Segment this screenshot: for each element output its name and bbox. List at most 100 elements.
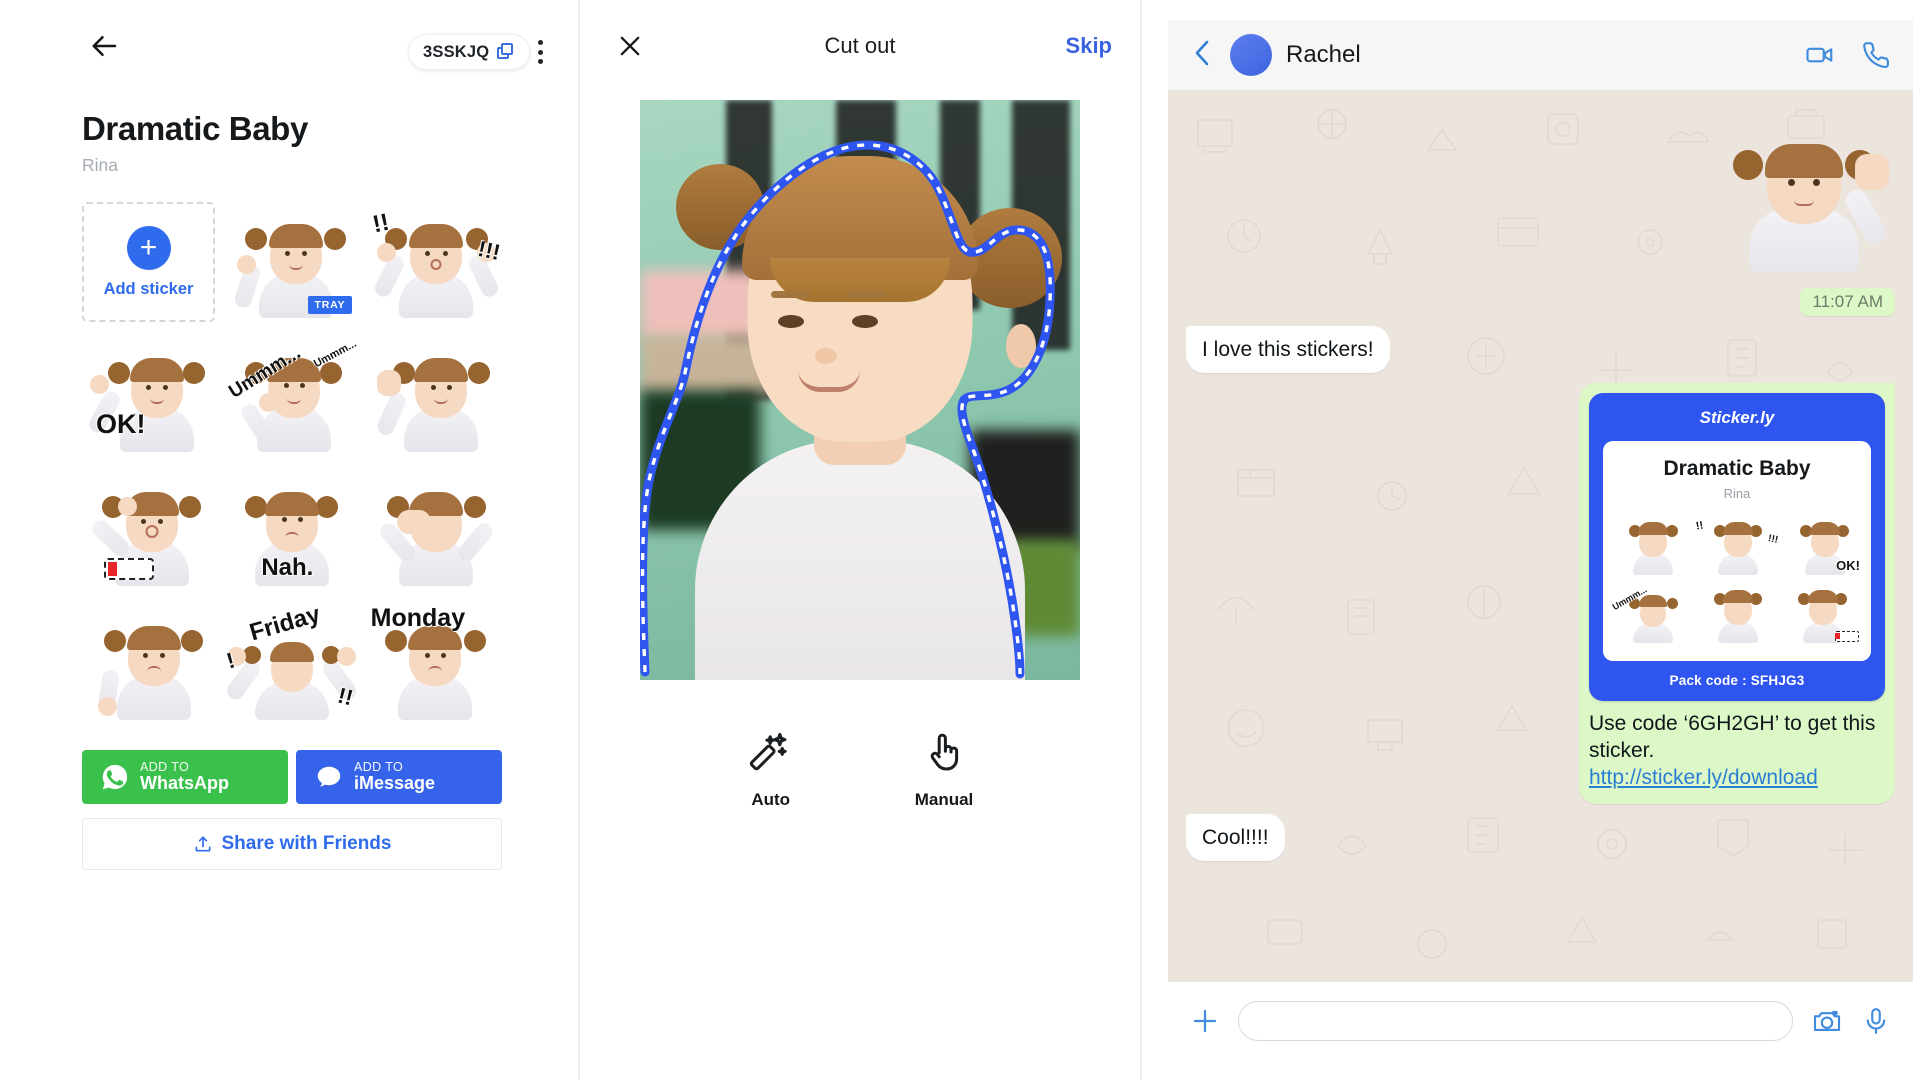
promo-line-1: Use code ‘6GH2GH’ to get this <box>1589 712 1876 736</box>
message-row-reply: Cool!!!! <box>1186 813 1895 862</box>
pointing-hand-icon <box>930 733 959 771</box>
card-sticker <box>1698 583 1777 645</box>
card-caption: !!! <box>1767 532 1780 546</box>
cut-out-header: Cut out Skip <box>580 0 1140 92</box>
imessage-button-top: ADD TO <box>354 759 404 774</box>
store-buttons-row: ADD TO WhatsApp ADD TO iMessage <box>82 750 502 804</box>
panel-cut-out: Cut out Skip Auto Manual <box>580 0 1140 1080</box>
panel-pack-detail: 3SSKJQ Dramatic Baby Rina + Add sticker <box>0 0 578 1080</box>
three-panel-screenshot: 3SSKJQ Dramatic Baby Rina + Add sticker <box>0 0 1920 1080</box>
add-to-imessage-button[interactable]: ADD TO iMessage <box>296 750 502 804</box>
sticker-nah[interactable]: Nah. <box>225 470 358 590</box>
sticker-stop-hand[interactable] <box>369 336 502 456</box>
add-to-whatsapp-button[interactable]: ADD TO WhatsApp <box>82 750 288 804</box>
chevron-left-icon[interactable] <box>1190 37 1216 74</box>
chat-composer <box>1168 982 1913 1060</box>
sticker-caption: OK! <box>96 409 146 439</box>
auto-tool-button[interactable]: Auto <box>747 728 795 810</box>
sticker-brand: Sticker.ly <box>1699 408 1775 428</box>
video-camera-icon[interactable] <box>1805 40 1835 70</box>
avatar[interactable] <box>1230 34 1272 76</box>
card-battery-level <box>1834 633 1840 640</box>
card-pack-name: Dramatic Baby <box>1663 457 1811 481</box>
pack-code-pill[interactable]: 3SSKJQ <box>408 34 531 70</box>
sticker-shock[interactable]: !! !!! <box>369 202 502 322</box>
cut-out-title: Cut out <box>824 33 896 58</box>
card-caption: OK! <box>1836 557 1860 573</box>
share-with-friends-button[interactable]: Share with Friends <box>82 818 502 870</box>
back-arrow-icon[interactable] <box>82 23 128 69</box>
pack-author: Rina <box>82 155 118 175</box>
contact-name: Rachel <box>1286 41 1361 68</box>
phone-call-icon[interactable] <box>1861 40 1891 70</box>
magic-wand-icon <box>749 732 787 771</box>
message-row-pack-card: Sticker.ly Dramatic Baby Rina !! !!! OK!… <box>1186 383 1895 804</box>
imessage-icon <box>317 766 341 787</box>
add-sticker-button[interactable]: + Add sticker <box>82 202 215 322</box>
messages-container: 11:07 AM I love this stickers! Sticker.l… <box>1168 90 1913 982</box>
chat-phone: Rachel 11:07 AM I love this stickers! St… <box>1168 20 1913 1060</box>
copy-icon[interactable] <box>497 43 515 61</box>
card-sticker-grid: !! !!! OK! Ummm... <box>1611 515 1861 645</box>
sticker-ummm[interactable]: Ummm... Ummm... <box>225 336 358 456</box>
card-sticker <box>1782 583 1861 645</box>
sticker-low-battery[interactable] <box>82 470 215 590</box>
cut-out-tools: Auto Manual <box>640 728 1080 810</box>
tray-badge: TRAY <box>307 296 353 314</box>
share-button-label: Share with Friends <box>221 833 392 854</box>
message-row-incoming-text: I love this stickers! <box>1186 326 1895 374</box>
promo-link[interactable]: http://sticker.ly/download <box>1589 765 1885 792</box>
promo-text: Use code ‘6GH2GH’ to get this sticker. h… <box>1589 711 1885 792</box>
card-sticker: Ummm... <box>1611 583 1692 645</box>
sticker-friday[interactable]: Friday ! !! <box>224 601 360 724</box>
message-row-timestamp: 11:07 AM <box>1186 288 1895 316</box>
sticker-caption: Nah. <box>261 554 314 581</box>
close-x-icon[interactable] <box>608 24 652 68</box>
cut-out-photo[interactable] <box>640 100 1080 680</box>
auto-tool-label: Auto <box>751 790 791 809</box>
reply-message-bubble[interactable]: Cool!!!! <box>1186 813 1285 862</box>
incoming-message-bubble[interactable]: I love this stickers! <box>1186 326 1390 374</box>
whatsapp-button-label: WhatsApp <box>140 773 229 794</box>
message-input[interactable] <box>1238 1001 1793 1041</box>
card-sticker: OK! <box>1782 515 1861 577</box>
sticker-thumbs-down[interactable] <box>82 604 215 724</box>
promo-line-2: sticker. <box>1589 739 1655 762</box>
page-title: Dramatic Baby <box>82 110 308 147</box>
sticker-monday[interactable]: Monday <box>369 604 502 724</box>
card-pack-code: Pack code : SFHJG3 <box>1669 672 1805 688</box>
battery-level <box>108 562 117 576</box>
card-caption: !! <box>1694 519 1704 533</box>
sticker-ok[interactable]: OK! <box>82 336 215 456</box>
sticker-thumbs-up[interactable]: TRAY <box>225 202 358 322</box>
sticker-facepalm[interactable] <box>369 470 502 590</box>
sticker-grid: + Add sticker TRAY !! !!! OK! Ummm... Um… <box>82 202 502 724</box>
microphone-icon[interactable] <box>1861 1006 1891 1036</box>
pack-card-inner: Dramatic Baby Rina !! !!! OK! Ummm... <box>1603 441 1871 661</box>
chat-header-actions <box>1805 40 1891 70</box>
message-row-sticker-incoming <box>1186 98 1895 278</box>
plus-icon: + <box>126 225 171 270</box>
panel-chat: Rachel 11:07 AM I love this stickers! St… <box>1142 0 1920 1080</box>
plus-icon[interactable] <box>1190 1006 1220 1036</box>
card-sticker <box>1613 515 1692 577</box>
chat-message-list[interactable]: 11:07 AM I love this stickers! Sticker.l… <box>1168 90 1913 982</box>
imessage-button-label: iMessage <box>354 773 436 794</box>
whatsapp-button-top: ADD TO <box>140 759 190 774</box>
chat-header: Rachel <box>1168 20 1913 90</box>
manual-tool-button[interactable]: Manual <box>915 728 973 810</box>
pack-code-text: 3SSKJQ <box>423 42 490 61</box>
outgoing-pack-bubble[interactable]: Sticker.ly Dramatic Baby Rina !! !!! OK!… <box>1579 383 1895 804</box>
camera-icon[interactable] <box>1811 1005 1843 1037</box>
skip-button[interactable]: Skip <box>1066 33 1112 59</box>
message-timestamp: 11:07 AM <box>1800 288 1895 316</box>
card-pack-author: Rina <box>1723 485 1751 501</box>
card-sticker: !! !!! <box>1695 515 1780 577</box>
share-upload-icon <box>195 836 210 852</box>
whatsapp-icon <box>102 764 128 790</box>
sticker-message[interactable] <box>1707 98 1895 278</box>
kebab-menu-icon[interactable] <box>518 30 562 74</box>
pack-detail-header: 3SSKJQ <box>38 0 578 92</box>
sticker-caption: Monday <box>370 604 466 632</box>
sticker-pack-card[interactable]: Sticker.ly Dramatic Baby Rina !! !!! OK!… <box>1589 393 1885 702</box>
